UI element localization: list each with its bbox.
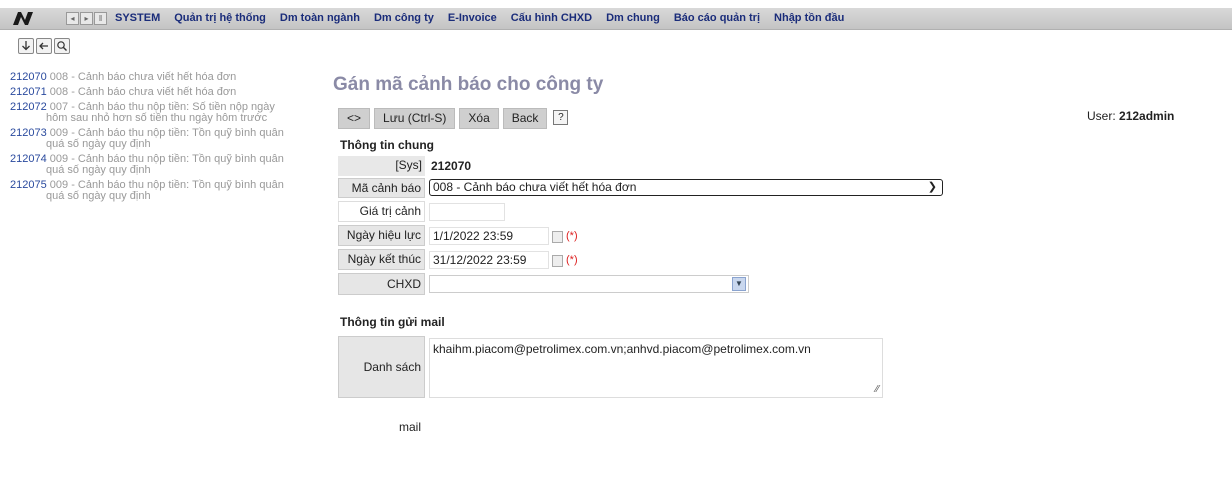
menu-item-e-invoice[interactable]: E-Invoice xyxy=(441,8,504,29)
top-menu-bar: ◂ ▸ ‖ SYSTEM Quản trị hệ thống Dm toàn n… xyxy=(0,8,1232,30)
list-item[interactable]: 212071 008 - Cảnh báo chưa viết hết hóa … xyxy=(10,87,320,98)
calendar-icon[interactable] xyxy=(552,231,563,243)
chevron-down-icon: ❯ xyxy=(927,181,937,193)
main-menu: SYSTEM Quản trị hệ thống Dm toàn ngành D… xyxy=(108,8,851,29)
list-item[interactable]: 212075 009 - Cảnh báo thu nộp tiền: Tồn … xyxy=(10,180,320,202)
ngay-ket-thuc-input[interactable]: 31/12/2022 23:59 xyxy=(429,251,549,269)
delete-button[interactable]: Xóa xyxy=(459,108,499,129)
list-item[interactable]: 212072 007 - Cảnh báo thu nộp tiền: Số t… xyxy=(10,102,320,124)
save-button[interactable]: Lưu (Ctrl-S) xyxy=(374,108,456,129)
sys-value: 212070 xyxy=(431,159,472,173)
nav-pause-icon[interactable]: ‖ xyxy=(94,12,107,25)
ngay-ket-thuc-label: Ngày kết thúc xyxy=(338,249,425,270)
menu-item-dm-chung[interactable]: Dm chung xyxy=(599,8,667,29)
menu-item-dm-toan-nganh[interactable]: Dm toàn ngành xyxy=(273,8,367,29)
menu-item-quan-tri[interactable]: Quản trị hệ thống xyxy=(167,8,273,29)
ma-canh-bao-label: Mã cảnh báo xyxy=(338,178,425,198)
sys-label: [Sys] xyxy=(338,156,425,176)
user-label: User: xyxy=(1087,109,1116,123)
menu-item-nhap-ton-dau[interactable]: Nhập tồn đầu xyxy=(767,8,851,29)
general-section-title: Thông tin chung xyxy=(340,138,434,152)
download-icon[interactable] xyxy=(18,38,34,54)
toggle-button[interactable]: <> xyxy=(338,108,371,129)
ngay-hieu-luc-input[interactable]: 1/1/2022 23:59 xyxy=(429,227,549,245)
search-icon[interactable] xyxy=(54,38,70,54)
record-list: 212070 008 - Cảnh báo chưa viết hết hóa … xyxy=(10,72,320,206)
dropdown-arrow-icon[interactable]: ▼ xyxy=(732,277,746,291)
action-toolbar: <> Lưu (Ctrl-S) Xóa Back ? xyxy=(338,108,569,129)
list-item[interactable]: 212070 008 - Cảnh báo chưa viết hết hóa … xyxy=(10,72,320,83)
gia-tri-label: Giá trị cảnh báo xyxy=(338,201,425,237)
ngay-hieu-luc-label: Ngày hiệu lực xyxy=(338,225,425,246)
menu-item-dm-cong-ty[interactable]: Dm công ty xyxy=(367,8,441,29)
page-title: Gán mã cảnh báo cho công ty xyxy=(333,74,604,95)
ma-canh-bao-value: 008 - Cảnh báo chưa viết hết hóa đơn xyxy=(433,180,637,194)
gia-tri-input[interactable] xyxy=(429,203,505,221)
ma-canh-bao-select[interactable]: 008 - Cảnh báo chưa viết hết hóa đơn ❯ xyxy=(429,179,943,196)
mail-section-title: Thông tin gửi mail xyxy=(340,315,445,329)
mail-list-label: Danh sách mail xyxy=(338,336,425,434)
resize-handle-icon[interactable]: ⁄⁄ xyxy=(876,384,879,395)
chxd-select[interactable]: ▼ xyxy=(429,275,749,293)
nav-back-icon[interactable]: ◂ xyxy=(66,12,79,25)
menu-item-bao-cao[interactable]: Báo cáo quản trị xyxy=(667,8,767,29)
mail-list-value: khaihm.piacom@petrolimex.com.vn;anhvd.pi… xyxy=(433,342,811,356)
mail-list-textarea[interactable]: khaihm.piacom@petrolimex.com.vn;anhvd.pi… xyxy=(429,338,883,398)
back-arrow-icon[interactable] xyxy=(36,38,52,54)
calendar-icon[interactable] xyxy=(552,255,563,267)
user-name: 212admin xyxy=(1119,109,1175,123)
list-item[interactable]: 212073 009 - Cảnh báo thu nộp tiền: Tồn … xyxy=(10,128,320,150)
menu-item-cau-hinh-chxd[interactable]: Cấu hình CHXD xyxy=(504,8,599,29)
app-logo-icon[interactable] xyxy=(12,10,34,26)
back-button[interactable]: Back xyxy=(502,108,548,129)
nav-forward-icon[interactable]: ▸ xyxy=(80,12,93,25)
list-item[interactable]: 212074 009 - Cảnh báo thu nộp tiền: Tồn … xyxy=(10,154,320,176)
user-info: User: 212admin xyxy=(1087,109,1174,123)
help-icon[interactable]: ? xyxy=(553,110,569,125)
required-mark: (*) xyxy=(566,254,578,266)
chxd-label: CHXD xyxy=(338,273,425,295)
required-mark: (*) xyxy=(566,230,578,242)
menu-item-system[interactable]: SYSTEM xyxy=(108,8,167,29)
